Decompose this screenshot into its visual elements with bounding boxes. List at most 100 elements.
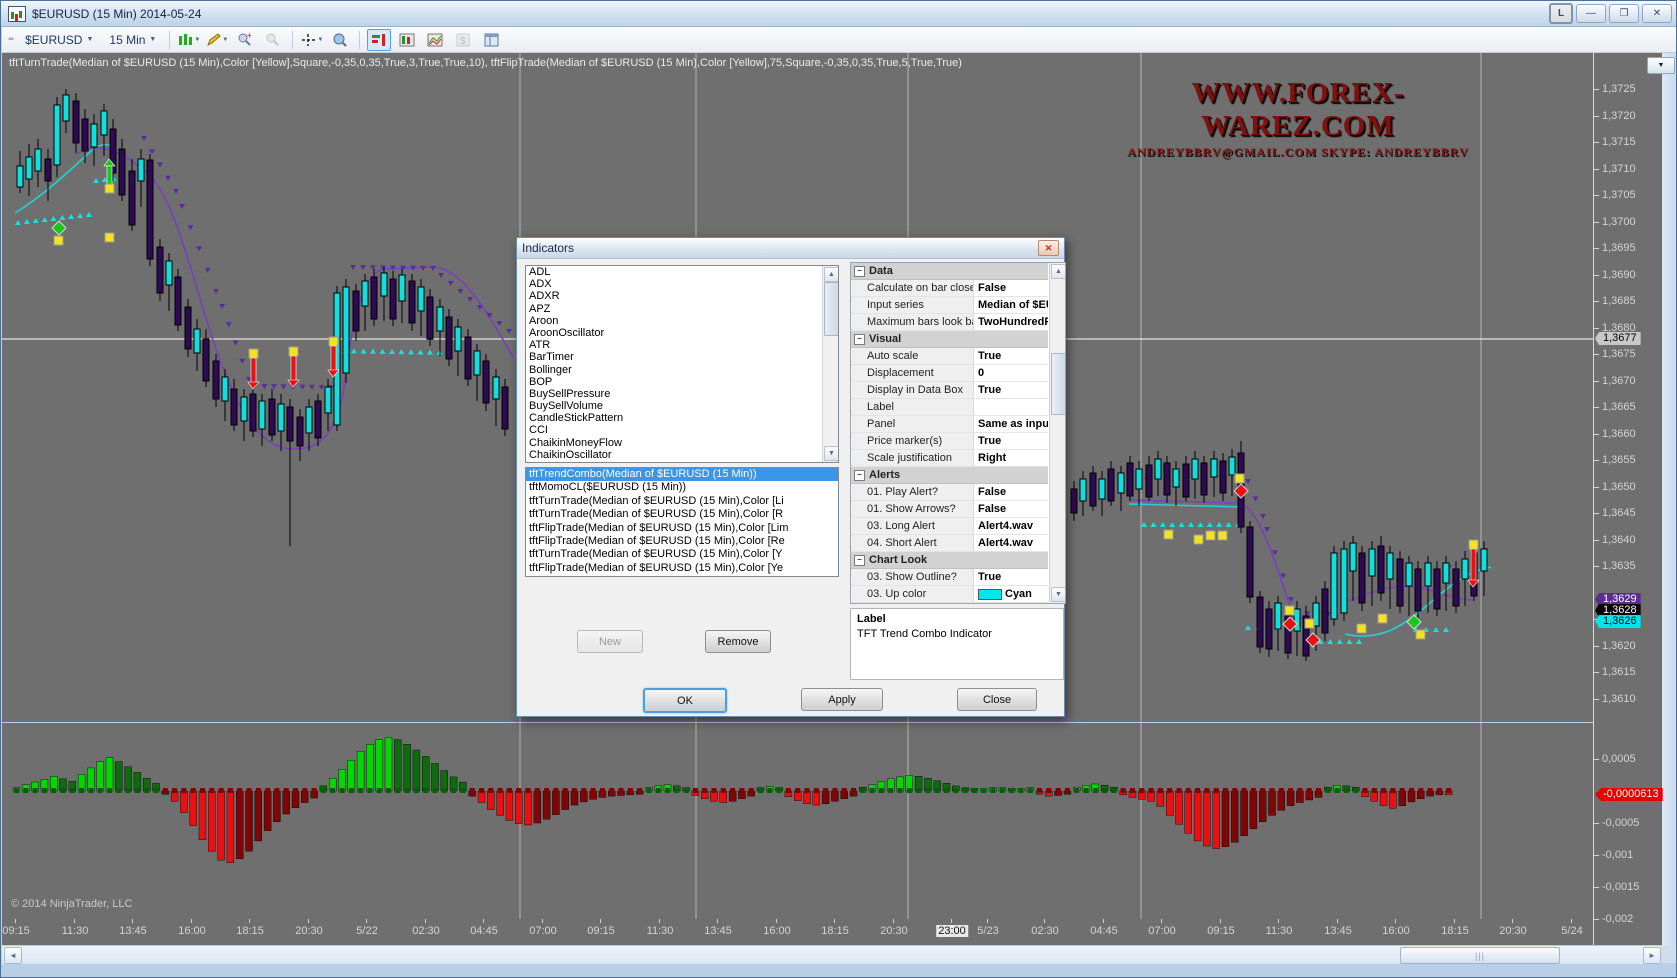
scroll-down-icon[interactable]: ▼ — [1051, 587, 1066, 602]
vertical-scroll-strip[interactable] — [1661, 53, 1677, 945]
close-dialog-button[interactable]: Close — [957, 688, 1037, 711]
property-row[interactable]: 01. Show Arrows?False — [851, 501, 1048, 518]
indicator-list-item[interactable]: ADXR — [526, 290, 838, 302]
apply-button[interactable]: Apply — [801, 688, 883, 711]
zoom-out-icon[interactable] — [261, 29, 285, 51]
property-name: 01. Play Alert? — [851, 484, 974, 500]
property-row[interactable]: 01. Play Alert?False — [851, 484, 1048, 501]
price-axis[interactable]: 1,37251,37201,37151,37101,37051,37001,36… — [1593, 53, 1662, 945]
indicator-list-item[interactable]: Bollinger — [526, 364, 838, 376]
indicator-list-item[interactable]: APZ — [526, 303, 838, 315]
indicator-list-item[interactable]: Aroon — [526, 315, 838, 327]
property-row[interactable]: Display in Data BoxTrue — [851, 382, 1048, 399]
indicator-list-item[interactable]: BuySellPressure — [526, 388, 838, 400]
configured-indicator-item[interactable]: tftMomoCL($EURUSD (15 Min)) — [526, 481, 838, 494]
property-row[interactable]: Displacement0 — [851, 365, 1048, 382]
property-value: True — [974, 569, 1048, 585]
property-name: Display in Data Box — [851, 382, 974, 398]
link-button[interactable]: L — [1549, 3, 1573, 24]
crosshair-icon[interactable]: ▼ — [300, 29, 324, 51]
list-scrollbar[interactable]: ▲▼ — [822, 266, 838, 462]
scrollbar-thumb[interactable] — [824, 282, 839, 336]
close-button[interactable]: ✕ — [1642, 4, 1672, 23]
instrument-selector[interactable]: $EURUSD ▼ — [19, 30, 99, 50]
property-row[interactable]: PanelSame as input series — [851, 416, 1048, 433]
scrollbar-thumb[interactable]: ||| — [1400, 947, 1560, 964]
indicator-list-item[interactable]: BarTimer — [526, 351, 838, 363]
configured-indicator-item[interactable]: tftFlipTrade(Median of $EURUSD (15 Min),… — [526, 522, 838, 535]
property-row[interactable]: Price marker(s)True — [851, 433, 1048, 450]
property-row[interactable]: 03. Long AlertAlert4.wav — [851, 518, 1048, 535]
configured-indicator-item[interactable]: tftFlipTrade(Median of $EURUSD (15 Min),… — [526, 535, 838, 548]
configured-indicator-item[interactable]: tftTurnTrade(Median of $EURUSD (15 Min),… — [526, 508, 838, 521]
dialog-title-bar[interactable]: Indicators ✕ — [517, 238, 1064, 259]
property-row[interactable]: 04. Short AlertAlert4.wav — [851, 535, 1048, 552]
axis-menu-button[interactable]: ▼ — [1647, 57, 1675, 74]
scroll-down-icon[interactable]: ▼ — [824, 446, 839, 461]
indicator-list-item[interactable]: CCI — [526, 424, 838, 436]
data-series-icon[interactable] — [395, 29, 419, 51]
horizontal-scrollbar[interactable]: ◄ ||| ► — [2, 945, 1661, 964]
indicator-list-item[interactable]: ChaikinOscillator — [526, 449, 838, 461]
restore-button[interactable]: ❐ — [1609, 4, 1639, 23]
indicator-properties-grid[interactable]: −DataCalculate on bar closeFalseInput se… — [850, 262, 1066, 604]
price-alignment-icon[interactable] — [367, 29, 391, 51]
property-group-header[interactable]: −Alerts — [851, 467, 1048, 484]
collapse-icon[interactable]: − — [854, 470, 865, 481]
chart-style-icon[interactable]: ▼ — [177, 29, 201, 51]
property-name: Scale justification — [851, 450, 974, 466]
grid-scrollbar[interactable]: ▲▼ — [1049, 263, 1065, 603]
configured-indicator-item[interactable]: tftFlipTrade(Median of $EURUSD (15 Min),… — [526, 562, 838, 575]
zoom-window-icon[interactable] — [328, 29, 352, 51]
indicator-list-item[interactable]: ATR — [526, 339, 838, 351]
remove-button[interactable]: Remove — [705, 630, 771, 653]
indicator-list-item[interactable]: CandleStickPattern — [526, 412, 838, 424]
new-button[interactable]: New — [577, 630, 643, 653]
property-row[interactable]: Maximum bars look backTwoHundredFiftySix — [851, 314, 1048, 331]
indicator-list-item[interactable]: ADL — [526, 266, 838, 278]
property-row[interactable]: 03. Up colorCyan — [851, 586, 1048, 603]
property-group-header[interactable]: −Chart Look — [851, 552, 1048, 569]
minimize-button[interactable]: — — [1576, 4, 1606, 23]
property-group-header[interactable]: −Visual — [851, 331, 1048, 348]
collapse-icon[interactable]: − — [854, 334, 865, 345]
interval-selector[interactable]: 15 Min ▼ — [103, 30, 162, 50]
configured-indicator-item[interactable]: tftTurnTrade(Median of $EURUSD (15 Min),… — [526, 495, 838, 508]
property-row[interactable]: Label — [851, 399, 1048, 416]
configured-indicator-item[interactable]: tftTurnTrade(Median of $EURUSD (15 Min),… — [526, 548, 838, 561]
dollar-icon[interactable]: $ — [451, 29, 475, 51]
indicator-list-item[interactable]: BOP — [526, 376, 838, 388]
title-bar[interactable]: $EURUSD (15 Min) 2014-05-24 L — ❐ ✕ — [1, 1, 1676, 27]
time-axis[interactable]: 09:1511:3013:4516:0018:1520:305/2202:300… — [2, 919, 1593, 945]
available-indicators-list[interactable]: ADLADXADXRAPZAroonAroonOscillatorATRBarT… — [525, 265, 839, 463]
property-row[interactable]: Input seriesMedian of $EURUSD (15 Min) — [851, 297, 1048, 314]
property-value: Median of $EURUSD (15 Min) — [974, 297, 1048, 313]
indicator-list-item[interactable]: ADX — [526, 278, 838, 290]
chart-region-icon[interactable] — [423, 29, 447, 51]
property-group-header[interactable]: −Data — [851, 263, 1048, 280]
zoom-in-icon[interactable]: + — [233, 29, 257, 51]
property-row[interactable]: 03. Show Outline?True — [851, 569, 1048, 586]
collapse-icon[interactable]: − — [854, 266, 865, 277]
toolbar-grip[interactable]: ▪▪ — [8, 34, 13, 45]
configured-indicator-item[interactable]: tftTrendCombo(Median of $EURUSD (15 Min)… — [526, 468, 838, 481]
scroll-up-icon[interactable]: ▲ — [1051, 264, 1066, 279]
indicator-list-item[interactable]: BuySellVolume — [526, 400, 838, 412]
indicator-histogram-panel[interactable] — [2, 723, 1593, 919]
toolbar-separator — [169, 31, 170, 49]
scroll-left-button[interactable]: ◄ — [4, 947, 22, 964]
collapse-icon[interactable]: − — [854, 555, 865, 566]
scrollbar-thumb[interactable] — [1051, 353, 1066, 415]
scroll-up-icon[interactable]: ▲ — [824, 267, 839, 282]
dialog-close-icon[interactable]: ✕ — [1038, 240, 1059, 256]
configured-indicators-list[interactable]: tftTrendCombo(Median of $EURUSD (15 Min)… — [525, 467, 839, 577]
indicator-list-item[interactable]: AroonOscillator — [526, 327, 838, 339]
scroll-right-button[interactable]: ► — [1643, 947, 1661, 964]
indicator-list-item[interactable]: ChaikinMoneyFlow — [526, 437, 838, 449]
ok-button[interactable]: OK — [643, 688, 727, 713]
grid-icon[interactable] — [479, 29, 503, 51]
draw-icon[interactable]: ▼ — [205, 29, 229, 51]
property-row[interactable]: Auto scaleTrue — [851, 348, 1048, 365]
property-row[interactable]: Calculate on bar closeFalse — [851, 280, 1048, 297]
property-row[interactable]: Scale justificationRight — [851, 450, 1048, 467]
